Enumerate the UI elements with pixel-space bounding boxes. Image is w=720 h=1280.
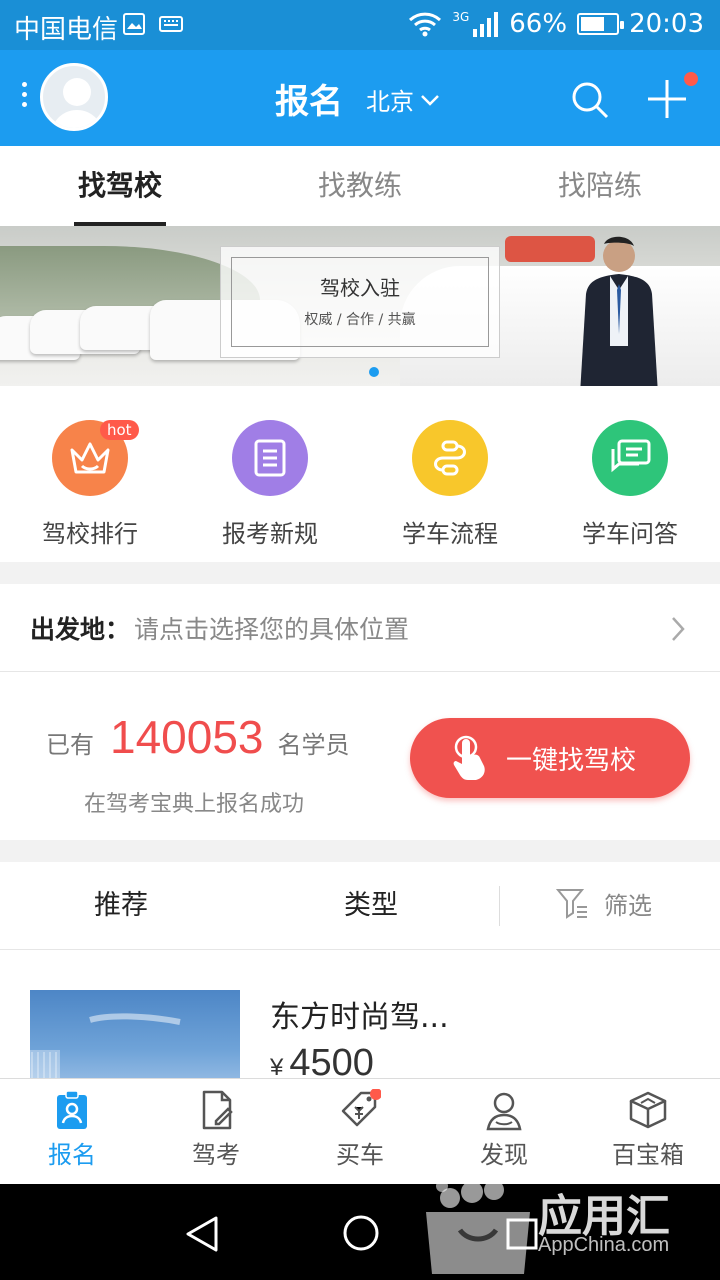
tap-hand-icon bbox=[453, 735, 485, 780]
exam-icon bbox=[202, 1090, 233, 1130]
quick-link-qa[interactable]: 学车问答 bbox=[540, 386, 720, 562]
quick-link-label: 学车流程 bbox=[402, 520, 498, 548]
origin-selector[interactable]: 出发地： 请点击选择您的具体位置 bbox=[0, 584, 720, 672]
home-icon[interactable] bbox=[342, 1214, 380, 1252]
carousel-dot bbox=[369, 367, 379, 377]
battery-icon bbox=[577, 13, 625, 35]
filter-screen[interactable]: 筛选 bbox=[556, 886, 652, 921]
appchina-logo-icon bbox=[426, 1164, 530, 1274]
tab-find-school[interactable]: 找驾校 bbox=[0, 146, 240, 226]
box-icon bbox=[629, 1091, 667, 1129]
filter-screen-label: 筛选 bbox=[604, 892, 652, 920]
quick-link-circle bbox=[232, 420, 308, 496]
network-type: 3G bbox=[452, 10, 470, 24]
menu-dots-icon[interactable] bbox=[22, 82, 30, 114]
wifi-icon bbox=[409, 12, 442, 37]
school-thumbnail bbox=[30, 990, 240, 1078]
school-price: ¥4500 bbox=[270, 1042, 374, 1078]
segment-tabs: 找驾校 找教练 找陪练 bbox=[0, 146, 720, 226]
search-icon[interactable] bbox=[570, 80, 610, 120]
find-school-button-label: 一键找驾校 bbox=[506, 745, 637, 776]
quick-link-circle bbox=[592, 420, 668, 496]
nav-buy-car[interactable]: 买车 bbox=[288, 1079, 432, 1184]
nav-exam[interactable]: 驾考 bbox=[144, 1079, 288, 1184]
filter-recommend[interactable]: 推荐 bbox=[94, 862, 148, 950]
image-icon bbox=[123, 13, 145, 35]
signal-icon bbox=[473, 12, 499, 37]
quick-link-school-ranking[interactable]: hot 驾校排行 bbox=[0, 386, 180, 562]
chat-icon bbox=[611, 439, 651, 473]
origin-placeholder: 请点击选择您的具体位置 bbox=[134, 614, 410, 644]
banner-subheading: 权威 / 合作 / 共赢 bbox=[304, 312, 416, 328]
keyboard-icon bbox=[159, 16, 183, 32]
battery-percent: 66% bbox=[509, 9, 568, 39]
watermark-subtext: AppChina.com bbox=[538, 1234, 670, 1256]
notification-dot bbox=[684, 72, 698, 86]
banner-person bbox=[580, 236, 658, 386]
banner-card: 驾校入驻 权威 / 合作 / 共赢 bbox=[220, 246, 500, 358]
filter-type[interactable]: 类型 bbox=[344, 862, 398, 950]
student-count-line: 已有 140053 名学员 bbox=[46, 710, 350, 764]
back-icon[interactable] bbox=[184, 1214, 220, 1254]
city-selector[interactable]: 北京 bbox=[366, 82, 440, 117]
quick-link-circle bbox=[412, 420, 488, 496]
currency-symbol: ¥ bbox=[270, 1054, 284, 1078]
filter-icon bbox=[556, 888, 587, 919]
stats-subtitle: 在驾考宝典上报名成功 bbox=[84, 792, 305, 817]
crown-icon bbox=[70, 442, 110, 474]
page-title: 报名 bbox=[275, 82, 343, 122]
filter-separator bbox=[499, 886, 500, 926]
tab-find-coach[interactable]: 找教练 bbox=[240, 146, 480, 226]
price-tag-icon bbox=[341, 1089, 381, 1127]
quick-link-learning-process[interactable]: 学车流程 bbox=[360, 386, 540, 562]
city-label: 北京 bbox=[366, 88, 414, 116]
nav-signup[interactable]: 报名 bbox=[0, 1079, 144, 1184]
quick-link-label: 学车问答 bbox=[582, 520, 678, 548]
signup-icon bbox=[57, 1090, 87, 1129]
hot-badge: hot bbox=[100, 420, 139, 440]
document-icon bbox=[254, 439, 286, 477]
signup-stats: 已有 140053 名学员 在驾考宝典上报名成功 一键找驾校 bbox=[0, 672, 720, 840]
thumbnail-scene bbox=[30, 1013, 181, 1078]
section-divider bbox=[0, 840, 720, 862]
find-school-button[interactable]: 一键找驾校 bbox=[410, 718, 690, 798]
banner-heading: 驾校入驻 bbox=[320, 276, 400, 300]
filter-bar: 推荐 类型 筛选 bbox=[0, 862, 720, 950]
promo-banner[interactable]: 驾校入驻 权威 / 合作 / 共赢 bbox=[0, 226, 720, 386]
chevron-down-icon bbox=[421, 94, 439, 106]
chevron-right-icon bbox=[672, 617, 685, 641]
school-name: 东方时尚驾... bbox=[270, 1000, 449, 1035]
student-count: 140053 bbox=[110, 711, 264, 763]
origin-label: 出发地： bbox=[30, 614, 131, 644]
count-suffix: 名学员 bbox=[277, 731, 350, 759]
school-list-item[interactable]: 东方时尚驾... ¥4500 bbox=[0, 950, 720, 1078]
nav-label: 驾考 bbox=[192, 1141, 240, 1169]
banner-card-frame: 驾校入驻 权威 / 合作 / 共赢 bbox=[231, 257, 489, 347]
add-icon[interactable] bbox=[646, 78, 688, 120]
person-icon bbox=[486, 1092, 522, 1131]
watermark: 应用汇 AppChina.com bbox=[420, 1160, 720, 1280]
nav-label: 买车 bbox=[336, 1141, 384, 1169]
status-icons bbox=[122, 12, 184, 36]
quick-links: hot 驾校排行 报考新规 学车流程 学车问答 bbox=[0, 386, 720, 562]
avatar[interactable] bbox=[40, 63, 108, 131]
user-silhouette-icon bbox=[52, 78, 102, 128]
price-value: 4500 bbox=[289, 1042, 374, 1078]
count-prefix: 已有 bbox=[46, 731, 94, 759]
clock: 20:03 bbox=[629, 9, 704, 39]
carrier-name: 中国电信 bbox=[14, 15, 119, 45]
status-right: 3G 66% 20:03 bbox=[408, 9, 704, 39]
app-header: 报名 北京 bbox=[0, 50, 720, 146]
tab-find-sparring[interactable]: 找陪练 bbox=[480, 146, 720, 226]
quick-link-new-rules[interactable]: 报考新规 bbox=[180, 386, 360, 562]
quick-link-label: 驾校排行 bbox=[42, 520, 138, 548]
status-bar: 中国电信 3G 66% 20:03 bbox=[0, 0, 720, 50]
flow-icon bbox=[434, 440, 466, 476]
section-divider bbox=[0, 562, 720, 584]
nav-label: 报名 bbox=[48, 1141, 96, 1169]
quick-link-label: 报考新规 bbox=[222, 520, 318, 548]
